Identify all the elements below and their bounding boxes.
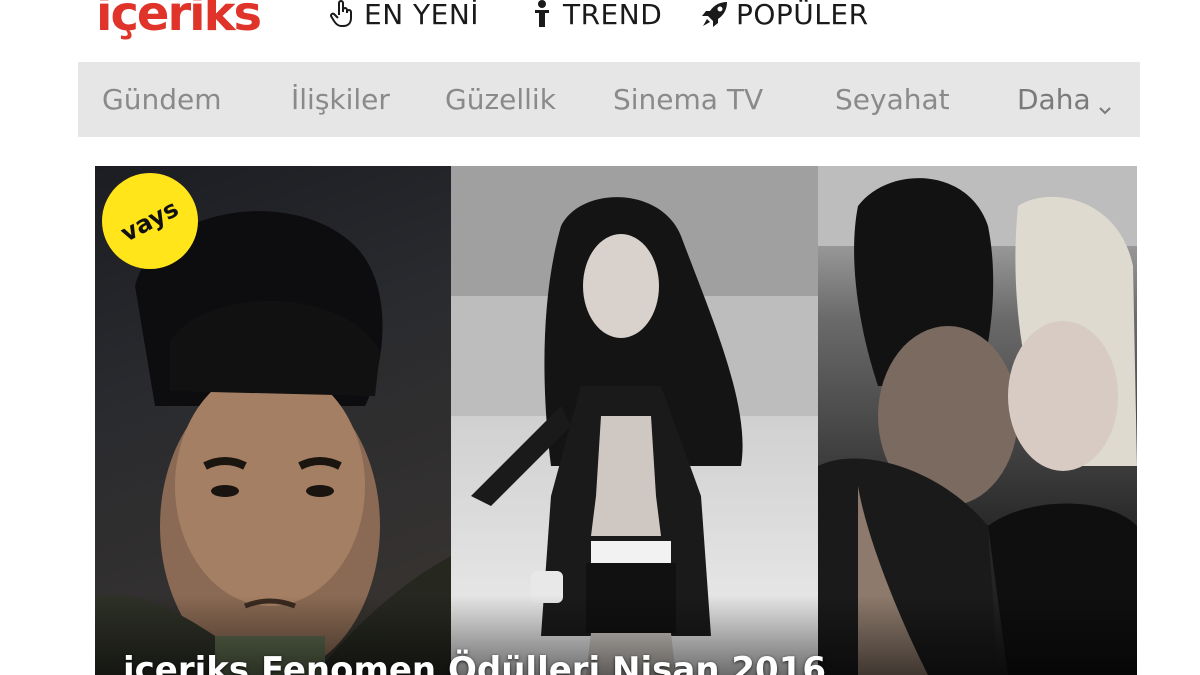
nav-en-yeni-label: EN YENİ (364, 0, 480, 31)
category-gundem[interactable]: Gündem (102, 62, 221, 137)
vays-badge-label: vays (116, 194, 184, 248)
nav-populer[interactable]: POPÜLER (700, 0, 869, 32)
vays-badge: vays (102, 173, 198, 269)
category-more-dropdown[interactable]: Daha (1017, 62, 1113, 137)
page: içeriks EN YENİ TREND POPÜLER Gündem İli… (0, 0, 1200, 675)
featured-story-title[interactable]: içeriks Fenomen Ödülleri Nisan 2016 (123, 650, 826, 675)
pointing-hand-icon (328, 0, 358, 29)
category-guzellik[interactable]: Güzellik (445, 62, 556, 137)
category-more-label: Daha (1017, 83, 1091, 116)
nav-trend[interactable]: TREND (527, 0, 662, 32)
nav-populer-label: POPÜLER (736, 0, 869, 31)
category-sinema-tv[interactable]: Sinema TV (613, 62, 763, 137)
nav-trend-label: TREND (563, 0, 663, 31)
category-iliskiler[interactable]: İlişkiler (291, 62, 390, 137)
site-logo[interactable]: içeriks (96, 0, 262, 42)
person-icon (527, 0, 557, 29)
category-bar: Gündem İlişkiler Güzellik Sinema TV Seya… (78, 62, 1140, 137)
nav-en-yeni[interactable]: EN YENİ (328, 0, 479, 32)
category-seyahat[interactable]: Seyahat (835, 62, 950, 137)
rocket-icon (700, 0, 730, 29)
site-header: içeriks EN YENİ TREND POPÜLER (0, 0, 1200, 60)
chevron-down-icon (1097, 92, 1113, 114)
featured-story[interactable]: vays içeriks Fenomen Ödülleri Nisan 2016 (95, 166, 1137, 675)
